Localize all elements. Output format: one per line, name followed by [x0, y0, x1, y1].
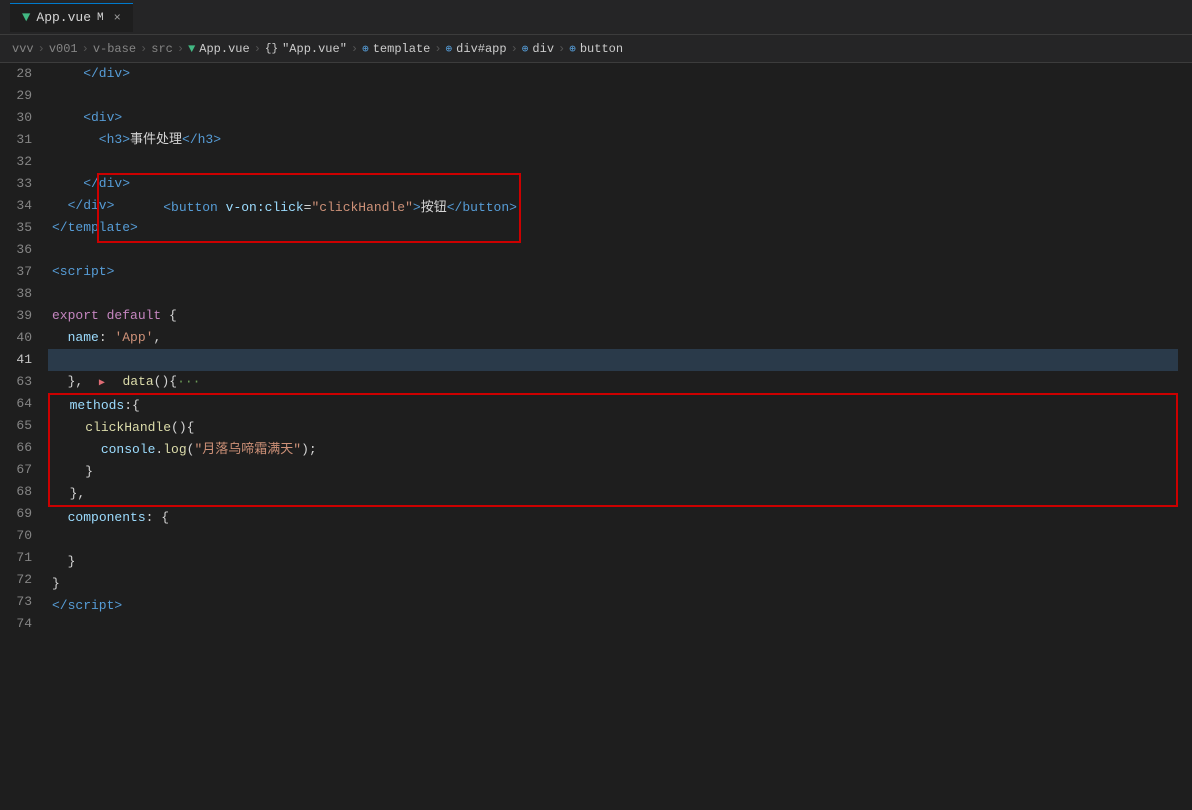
line-num-65: 65 — [8, 415, 32, 437]
breadcrumb-vbase: v-base — [93, 42, 136, 56]
line-num-68: 68 — [8, 481, 32, 503]
breadcrumb-sep-6: › — [351, 42, 358, 56]
code-line-73: </script> — [48, 595, 1178, 617]
line-num-63: 63 — [8, 371, 32, 393]
breadcrumb-tag-icon-2: ⊕ — [446, 42, 453, 56]
code-line-71: } — [48, 551, 1178, 573]
line-num-66: 66 — [8, 437, 32, 459]
methods-block: methods:{ clickHandle(){ console.log("月落… — [48, 393, 1178, 507]
code-line-67: } — [50, 461, 1176, 483]
line-num-35: 35 — [8, 217, 32, 239]
line-num-64: 64 — [8, 393, 32, 415]
breadcrumb-tag-icon-3: ⊕ — [522, 42, 529, 56]
code-line-39: export default { — [48, 305, 1178, 327]
vue-icon: ▼ — [22, 10, 30, 26]
line-num-28: 28 — [8, 63, 32, 85]
line-num-30: 30 — [8, 107, 32, 129]
line-num-71: 71 — [8, 547, 32, 569]
code-line-32: <button v-on:click="clickHandle">按钮</but… — [48, 151, 1178, 173]
line-num-70: 70 — [8, 525, 32, 547]
code-line-74 — [48, 617, 1178, 639]
line-num-40: 40 — [8, 327, 32, 349]
breadcrumb-tag-icon-4: ⊕ — [569, 42, 576, 56]
breadcrumb-sep-2: › — [82, 42, 89, 56]
line-num-29: 29 — [8, 85, 32, 107]
line-num-72: 72 — [8, 569, 32, 591]
line-num-74: 74 — [8, 613, 32, 635]
code-line-64: methods:{ — [50, 395, 1176, 417]
breadcrumb-v001: v001 — [49, 42, 78, 56]
line-num-33: 33 — [8, 173, 32, 195]
code-line-41: ▶ data(){··· — [48, 349, 1178, 371]
line-num-34: 34 — [8, 195, 32, 217]
tab-filename: App.vue — [36, 10, 91, 25]
code-line-68: }, — [50, 483, 1176, 505]
breadcrumb-sep-3: › — [140, 42, 147, 56]
tab-modified-indicator: M — [97, 12, 104, 24]
breadcrumb-button: button — [580, 42, 623, 56]
breadcrumb-sep-9: › — [558, 42, 565, 56]
breadcrumb-sep-4: › — [177, 42, 184, 56]
line-num-32: 32 — [8, 151, 32, 173]
code-line-37: <script> — [48, 261, 1178, 283]
code-area: </div> <div> <h3>事件处理</h3> <button v-on:… — [48, 63, 1178, 810]
breadcrumb-div: div — [532, 42, 554, 56]
line-num-37: 37 — [8, 261, 32, 283]
code-line-72: } — [48, 573, 1178, 595]
editor: 28 29 30 31 32 33 34 35 36 37 38 39 40 4… — [0, 63, 1192, 810]
breadcrumb-appvue-label: "App.vue" — [282, 42, 347, 56]
breadcrumb-sep-7: › — [434, 42, 441, 56]
line-num-73: 73 — [8, 591, 32, 613]
line-num-36: 36 — [8, 239, 32, 261]
breadcrumb-vue-icon: ▼ — [188, 42, 195, 56]
breadcrumb-appvue: App.vue — [199, 42, 249, 56]
line-num-31: 31 — [8, 129, 32, 151]
breadcrumb-obj-icon: {} — [265, 43, 278, 55]
code-line-30: <div> — [48, 107, 1178, 129]
code-line-65: clickHandle(){ — [50, 417, 1176, 439]
line-num-39: 39 — [8, 305, 32, 327]
breadcrumb-vvv: vvv — [12, 42, 34, 56]
line-num-69: 69 — [8, 503, 32, 525]
breadcrumb-divapp: div#app — [456, 42, 506, 56]
breadcrumb-tag-icon-1: ⊕ — [362, 42, 369, 56]
breadcrumb-src: src — [151, 42, 173, 56]
code-line-38 — [48, 283, 1178, 305]
breadcrumb: vvv › v001 › v-base › src › ▼ App.vue › … — [0, 35, 1192, 63]
code-line-66: console.log("月落乌啼霜满天"); — [50, 439, 1176, 461]
breadcrumb-sep-5: › — [254, 42, 261, 56]
breadcrumb-sep-1: › — [38, 42, 45, 56]
editor-tab[interactable]: ▼ App.vue M × — [10, 3, 133, 32]
code-line-29 — [48, 85, 1178, 107]
code-line-69: components: { — [48, 507, 1178, 529]
code-line-28: </div> — [48, 63, 1178, 85]
line-num-67: 67 — [8, 459, 32, 481]
line-numbers: 28 29 30 31 32 33 34 35 36 37 38 39 40 4… — [0, 63, 48, 810]
breadcrumb-sep-8: › — [511, 42, 518, 56]
line-num-41: 41 — [8, 349, 32, 371]
tab-close-button[interactable]: × — [114, 11, 121, 25]
code-line-63: }, — [48, 371, 1178, 393]
code-line-31: <h3>事件处理</h3> — [48, 129, 1178, 151]
breadcrumb-template: template — [373, 42, 431, 56]
line-num-38: 38 — [8, 283, 32, 305]
code-line-70 — [48, 529, 1178, 551]
scrollbar[interactable] — [1178, 63, 1192, 810]
code-line-40: name: 'App', — [48, 327, 1178, 349]
title-bar: ▼ App.vue M × — [0, 0, 1192, 35]
